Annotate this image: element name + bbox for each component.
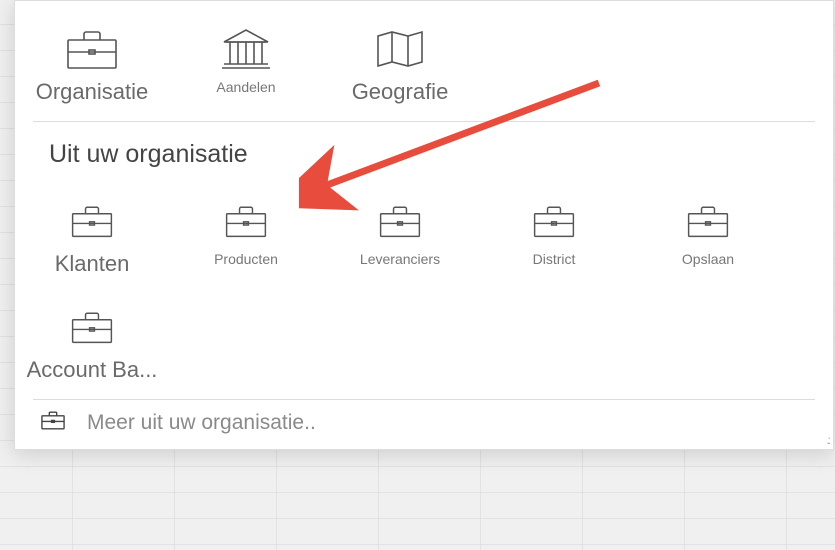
org-tiles-row: Klanten Producten Leveranciers xyxy=(15,173,833,393)
tile-label: Leveranciers xyxy=(323,251,477,267)
data-types-panel: Organisatie Aandelen Geografie xyxy=(14,0,834,450)
tile-label: Producten xyxy=(169,251,323,267)
tile-leveranciers[interactable]: Leveranciers xyxy=(323,181,477,287)
tile-aandelen[interactable]: Aandelen xyxy=(169,9,323,115)
tile-opslaan[interactable]: Opslaan xyxy=(631,181,785,287)
tile-producten[interactable]: Producten xyxy=(169,181,323,287)
tile-klanten[interactable]: Klanten xyxy=(15,181,169,287)
tile-geografie[interactable]: Geografie xyxy=(323,9,477,115)
tile-label: Opslaan xyxy=(631,251,785,267)
tile-label: District xyxy=(477,251,631,267)
bank-icon xyxy=(169,23,323,75)
tile-label: Aandelen xyxy=(169,79,323,95)
tile-organisatie[interactable]: Organisatie xyxy=(15,9,169,115)
briefcase-icon xyxy=(41,410,65,435)
more-from-org-link[interactable]: Meer uit uw organisatie.. xyxy=(15,400,833,441)
tile-label: Account Ba... xyxy=(15,357,169,383)
tile-label: Organisatie xyxy=(15,79,169,105)
briefcase-icon xyxy=(631,195,785,247)
tile-label: Klanten xyxy=(15,251,169,277)
map-icon xyxy=(323,23,477,75)
section-header-org: Uit uw organisatie xyxy=(15,122,833,173)
briefcase-icon xyxy=(15,301,169,353)
briefcase-icon xyxy=(323,195,477,247)
tile-district[interactable]: District xyxy=(477,181,631,287)
briefcase-icon xyxy=(15,195,169,247)
briefcase-icon xyxy=(477,195,631,247)
briefcase-icon xyxy=(169,195,323,247)
top-tiles-row: Organisatie Aandelen Geografie xyxy=(15,1,833,115)
briefcase-icon xyxy=(15,23,169,75)
tile-account-ba[interactable]: Account Ba... xyxy=(15,287,169,393)
more-from-org-label: Meer uit uw organisatie.. xyxy=(87,411,316,435)
tile-label: Geografie xyxy=(323,79,477,105)
resize-grip-icon[interactable]: .: xyxy=(826,433,829,447)
